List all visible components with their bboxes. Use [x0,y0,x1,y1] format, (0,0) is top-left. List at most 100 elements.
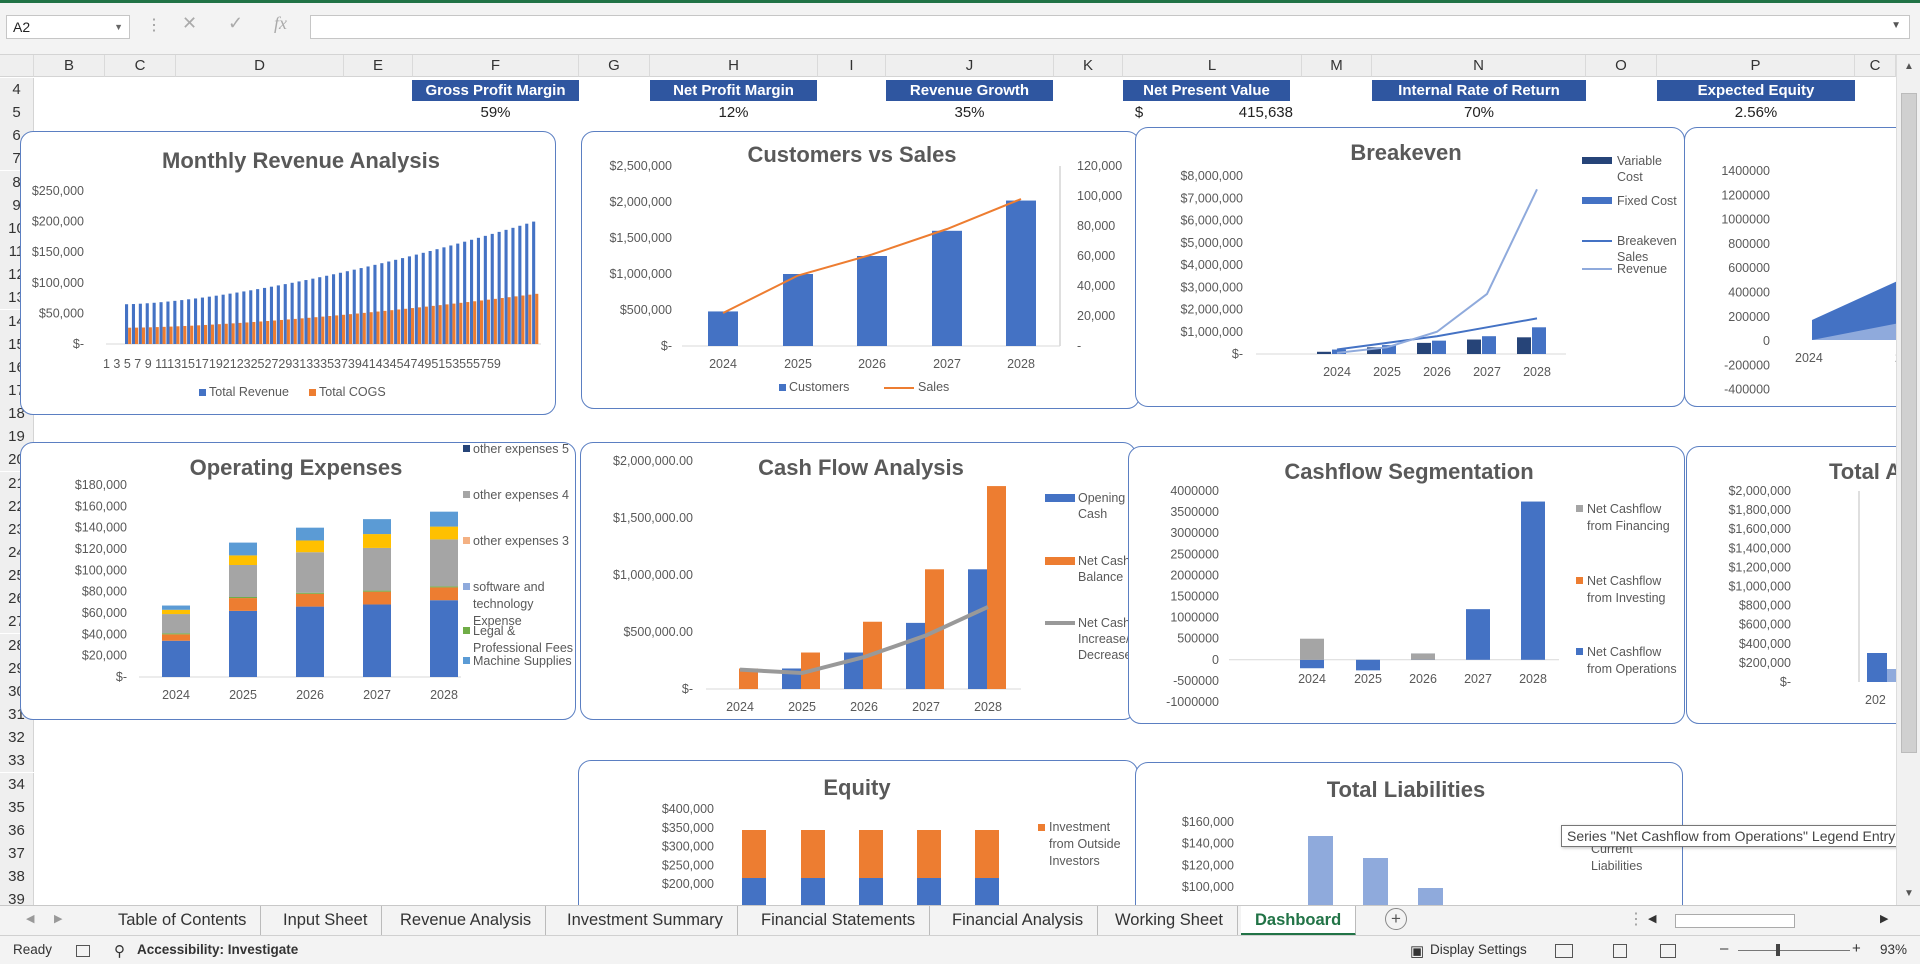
tab-financial-statements[interactable]: Financial Statements [747,906,931,936]
chart-breakeven[interactable]: Breakeven $8,000,000 $7,000,000 $6,000,000 $… [1135,127,1685,407]
insert-function-icon[interactable]: fx [274,13,287,34]
chart-title: Total A [1829,459,1901,484]
column-header[interactable]: I [818,55,886,77]
column-header[interactable]: C [1855,55,1896,77]
formula-input[interactable]: ▼ [310,15,1910,39]
zoom-slider-handle[interactable] [1776,944,1780,956]
column-header[interactable]: E [344,55,413,77]
row-header[interactable]: 36 [0,818,34,842]
kpi-label-net-profit[interactable]: Net Profit Margin [650,80,817,101]
status-zoom[interactable]: 93% [1880,942,1907,957]
kpi-currency-npv[interactable]: $ [1133,104,1145,121]
bar-total-cogs [404,308,408,344]
tab-splitter-icon[interactable]: ⋮ [1628,909,1644,929]
bar-operations [1356,659,1380,671]
column-header[interactable]: L [1123,55,1302,77]
kpi-value-net-profit[interactable]: 12% [650,104,817,121]
chart-partial-total-assets[interactable]: Total A $2,000,000 $1,800,000 $1,600,000 $1,… [1686,446,1916,724]
tab-investment-summary[interactable]: Investment Summary [553,906,738,936]
zoom-in-icon[interactable]: + [1852,940,1861,957]
column-header[interactable]: O [1586,55,1657,77]
row-header[interactable]: 37 [0,841,34,865]
kpi-value-npv[interactable]: 415,638 [1190,104,1293,121]
status-accessibility[interactable]: Accessibility: Investigate [137,942,298,957]
prev-sheet-icon[interactable]: ◀ [26,912,34,925]
vertical-scrollbar[interactable]: ▲ ▼ [1896,55,1920,905]
column-header[interactable]: H [650,55,818,77]
kpi-value-irr[interactable]: 70% [1372,104,1586,121]
accessibility-icon[interactable]: ⚲ [114,942,125,960]
kpi-value-revenue-growth[interactable]: 35% [886,104,1053,121]
tab-dashboard[interactable]: Dashboard [1241,906,1357,936]
column-header[interactable]: D [176,55,344,77]
zoom-slider[interactable] [1738,950,1850,951]
macro-record-icon[interactable] [76,945,90,957]
scroll-left-icon[interactable]: ◀ [1648,912,1656,925]
chart-customers-vs-sales[interactable]: Customers vs Sales $2,500,000 $2,000,000 $1… [581,131,1140,409]
column-header[interactable]: G [579,55,650,77]
kpi-label-revenue-growth[interactable]: Revenue Growth [886,80,1053,101]
tab-table-of-contents[interactable]: Table of Contents [104,906,262,936]
kpi-label-npv[interactable]: Net Present Value [1123,80,1290,101]
row-header[interactable]: 4 [0,78,34,101]
scroll-right-icon[interactable]: ▶ [1880,912,1888,925]
bar-segment [229,598,257,611]
normal-view-icon[interactable] [1555,944,1573,958]
column-header[interactable]: F [413,55,579,77]
chart-operating-expenses[interactable]: Operating Expenses $180,000 $160,000 $140,0… [20,442,576,720]
zoom-out-icon[interactable]: – [1720,940,1728,957]
y-tick: $1,000,000 [609,267,672,281]
kpi-label-irr[interactable]: Internal Rate of Return [1372,80,1586,101]
tab-financial-analysis[interactable]: Financial Analysis [938,906,1099,936]
bar-total-revenue [242,291,246,344]
chart-monthly-revenue[interactable]: Monthly Revenue Analysis $250,000 $200,000… [20,131,556,415]
status-display-settings[interactable]: Display Settings [1430,942,1527,957]
select-all-corner[interactable] [0,55,34,77]
name-box[interactable]: A2 ▼ [6,15,130,39]
page-break-view-icon[interactable] [1660,944,1676,958]
next-sheet-icon[interactable]: ▶ [54,912,62,925]
name-box-dropdown-icon[interactable]: ▼ [114,16,123,38]
legend-label: Machine Supplies [473,654,572,668]
column-header[interactable]: J [886,55,1054,77]
row-header[interactable]: 32 [0,726,34,750]
bar-segment [296,540,324,553]
column-header[interactable]: B [34,55,105,77]
row-header[interactable]: 33 [0,749,34,773]
column-header[interactable]: N [1372,55,1586,77]
chart-svg: Monthly Revenue Analysis $250,000 $200,000… [32,148,541,399]
tab-working-sheet[interactable]: Working Sheet [1101,906,1238,936]
kpi-label-equity-pct[interactable]: Expected Equity Percentage [1657,80,1855,120]
page-layout-icon[interactable] [1613,944,1627,958]
bar-variable-cost [1517,337,1531,354]
chart-title: Operating Expenses [190,455,403,480]
chart-cashflow-segmentation[interactable]: Cashflow Segmentation 4000000 3500000 30000… [1128,446,1685,724]
kpi-value-equity-pct[interactable]: 2.56% [1657,104,1855,121]
expand-formula-icon[interactable]: ▼ [1891,20,1901,31]
scroll-down-icon[interactable]: ▼ [1904,888,1914,899]
row-header[interactable]: 38 [0,865,34,889]
vertical-scroll-thumb[interactable] [1901,93,1917,753]
cancel-icon[interactable]: ✕ [182,13,197,34]
kpi-value-gross-profit[interactable]: 59% [412,104,579,121]
chart-cash-flow-analysis[interactable]: Cash Flow Analysis $2,000,000.00 $1,500,00… [580,442,1136,720]
column-header[interactable]: P [1657,55,1855,77]
column-header[interactable]: K [1054,55,1123,77]
column-header[interactable]: M [1302,55,1372,77]
column-header[interactable]: C [105,55,176,77]
kpi-label-gross-profit[interactable]: Gross Profit Margin [412,80,579,101]
bar-financing [1300,638,1324,660]
row-header[interactable]: 34 [0,772,34,796]
horizontal-scroll-thumb[interactable] [1675,914,1795,928]
tab-input-sheet[interactable]: Input Sheet [269,906,383,936]
chart-partial-right-top[interactable]: 1400000 1200000 1000000 800000 600000 400000 2… [1684,127,1914,407]
enter-icon[interactable]: ✓ [228,13,243,34]
display-settings-icon[interactable]: ▣ [1410,942,1424,960]
add-sheet-icon[interactable]: + [1385,908,1407,930]
legend-label: Customers [789,380,849,394]
scroll-up-icon[interactable]: ▲ [1904,61,1914,72]
row-header[interactable]: 5 [0,101,34,125]
tab-revenue-analysis[interactable]: Revenue Analysis [386,906,547,936]
row-header[interactable]: 35 [0,795,34,819]
bar-total-revenue [152,302,156,344]
